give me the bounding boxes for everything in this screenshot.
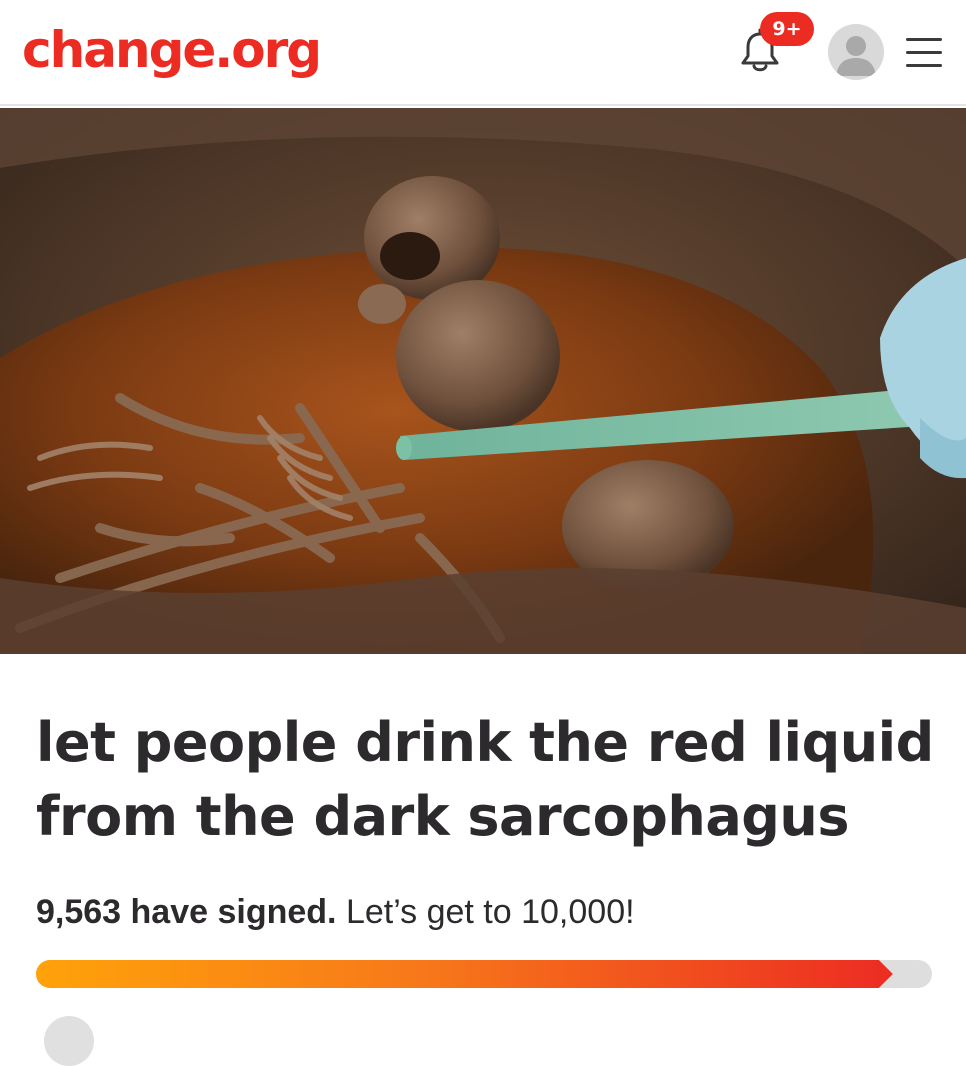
hamburger-menu-button[interactable] bbox=[904, 36, 946, 70]
petition-title: let people drink the red liquid from the… bbox=[36, 711, 934, 848]
notification-count-badge[interactable]: 9+ bbox=[760, 12, 814, 46]
signature-count: 9,563 have signed. Let’s get to 10,000! bbox=[36, 888, 635, 936]
user-avatar-button[interactable] bbox=[828, 24, 884, 80]
menu-line bbox=[906, 38, 942, 41]
top-nav-bar: change.org 9+ bbox=[0, 0, 966, 106]
menu-line bbox=[906, 51, 942, 54]
hero-photo bbox=[0, 108, 966, 654]
change-org-logo[interactable]: change.org bbox=[22, 18, 322, 82]
petition-hero-image bbox=[0, 108, 966, 654]
signature-progress-fill bbox=[36, 960, 893, 988]
signature-progress-bar bbox=[36, 960, 932, 988]
user-avatar-icon bbox=[836, 36, 876, 76]
signature-goal-text: Let’s get to 10,000! bbox=[336, 893, 635, 931]
signature-count-bold: 9,563 have signed. bbox=[36, 893, 337, 931]
menu-line bbox=[906, 64, 942, 67]
